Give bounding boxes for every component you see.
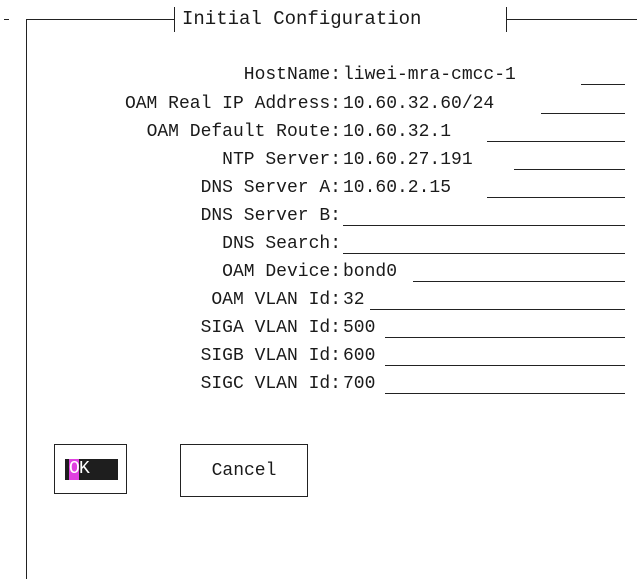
- dialog-title: Initial Configuration: [182, 8, 422, 30]
- frame-top-tick: [4, 19, 9, 20]
- cancel-button[interactable]: Cancel: [180, 444, 308, 497]
- oam-device-field[interactable]: bond0: [343, 260, 397, 284]
- title-bracket-left: [174, 7, 175, 32]
- field-row-oam-real-ip: OAM Real IP Address: 10.60.32.60/24: [0, 92, 637, 116]
- ok-label-rest: K: [79, 459, 90, 479]
- sigb-vlan-id-field[interactable]: 600: [343, 344, 375, 368]
- field-label: SIGC VLAN Id:: [200, 374, 341, 394]
- frame-top-left: [26, 19, 174, 20]
- hostname-field-underline[interactable]: [581, 84, 625, 85]
- oam-default-route-field[interactable]: 10.60.32.1: [343, 120, 451, 144]
- sigb-vlan-id-field-underline[interactable]: [385, 365, 625, 366]
- dns-server-b-field-underline[interactable]: [343, 225, 625, 226]
- ok-button-label[interactable]: OK: [65, 459, 118, 480]
- hostname-field[interactable]: liwei-mra-cmcc-1: [343, 63, 516, 87]
- field-label: DNS Server B:: [200, 206, 341, 226]
- dns-server-a-field[interactable]: 10.60.2.15: [343, 176, 451, 200]
- field-row-siga-vlan-id: SIGA VLAN Id: 500: [0, 316, 637, 340]
- field-row-hostname: HostName: liwei-mra-cmcc-1: [0, 63, 637, 87]
- field-label: SIGA VLAN Id:: [200, 318, 341, 338]
- field-label: OAM VLAN Id:: [211, 290, 341, 310]
- siga-vlan-id-field-underline[interactable]: [385, 337, 625, 338]
- oam-vlan-id-field[interactable]: 32: [343, 288, 365, 312]
- field-label: OAM Device:: [222, 262, 341, 282]
- oam-real-ip-field[interactable]: 10.60.32.60/24: [343, 92, 494, 116]
- ntp-server-field-underline[interactable]: [514, 169, 625, 170]
- field-row-oam-default-route: OAM Default Route: 10.60.32.1: [0, 120, 637, 144]
- oam-real-ip-field-underline[interactable]: [541, 113, 625, 114]
- field-label: NTP Server:: [222, 150, 341, 170]
- field-row-sigc-vlan-id: SIGC VLAN Id: 700: [0, 372, 637, 396]
- field-row-oam-vlan-id: OAM VLAN Id: 32: [0, 288, 637, 312]
- oam-vlan-id-field-underline[interactable]: [370, 309, 625, 310]
- ok-hotkey-cursor: O: [69, 459, 80, 480]
- oam-default-route-field-underline[interactable]: [487, 141, 625, 142]
- sigc-vlan-id-field[interactable]: 700: [343, 372, 375, 396]
- sigc-vlan-id-field-underline[interactable]: [385, 393, 625, 394]
- field-label: OAM Default Route:: [146, 122, 341, 142]
- dns-search-field-underline[interactable]: [343, 253, 625, 254]
- field-label: HostName:: [243, 65, 341, 85]
- field-row-sigb-vlan-id: SIGB VLAN Id: 600: [0, 344, 637, 368]
- field-label: SIGB VLAN Id:: [200, 346, 341, 366]
- field-row-ntp-server: NTP Server: 10.60.27.191: [0, 148, 637, 172]
- field-row-dns-server-a: DNS Server A: 10.60.2.15: [0, 176, 637, 200]
- field-label: DNS Search:: [222, 234, 341, 254]
- dns-server-a-field-underline[interactable]: [487, 197, 625, 198]
- field-row-oam-device: OAM Device: bond0: [0, 260, 637, 284]
- oam-device-field-underline[interactable]: [413, 281, 625, 282]
- field-row-dns-server-b: DNS Server B:: [0, 204, 637, 228]
- field-row-dns-search: DNS Search:: [0, 232, 637, 256]
- siga-vlan-id-field[interactable]: 500: [343, 316, 375, 340]
- field-label: OAM Real IP Address:: [124, 94, 341, 114]
- ntp-server-field[interactable]: 10.60.27.191: [343, 148, 473, 172]
- ok-button[interactable]: OK: [54, 444, 127, 494]
- frame-top-right: [507, 19, 637, 20]
- field-label: DNS Server A:: [200, 178, 341, 198]
